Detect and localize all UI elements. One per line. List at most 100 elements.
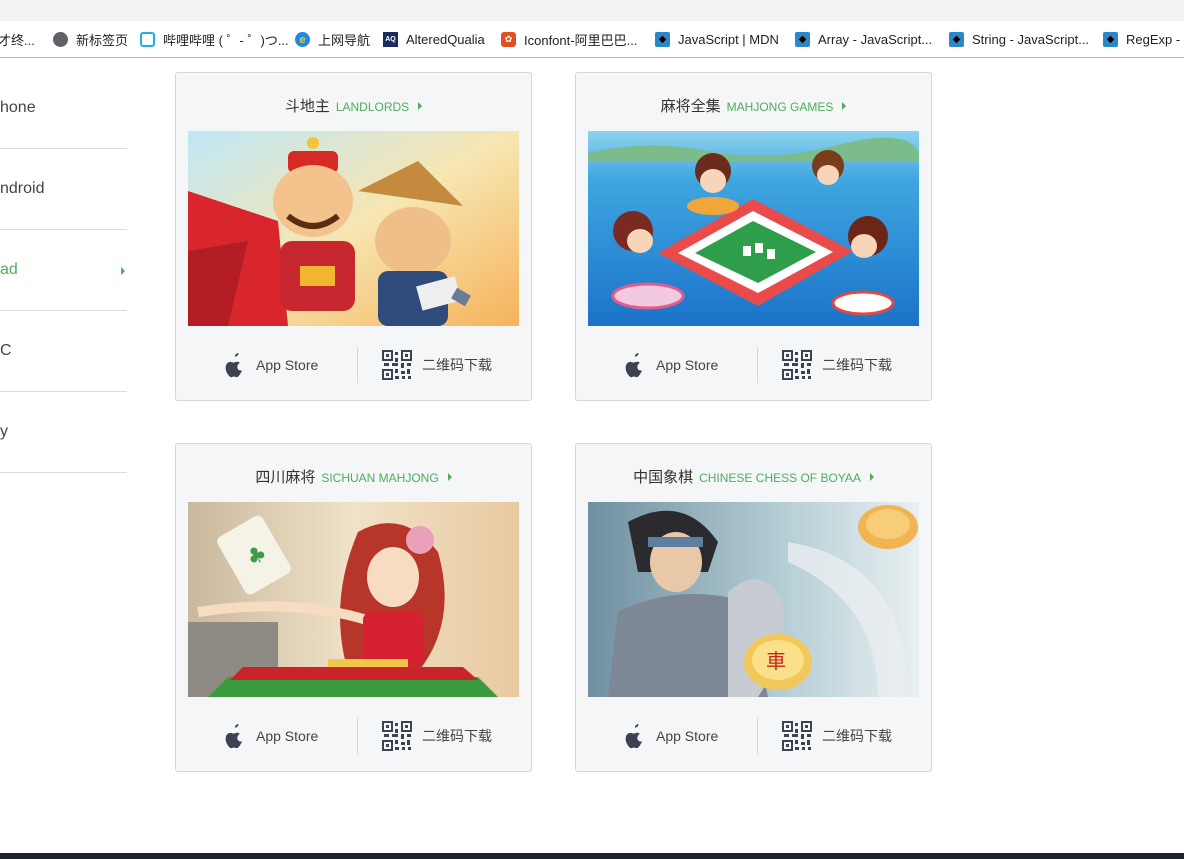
sichuan-mahjong-illustration: ♣ xyxy=(188,502,519,697)
bookmark-item[interactable]: ◆ JavaScript | MDN xyxy=(655,21,779,57)
bookmarks-bar: 才终... 新标签页 哔哩哔哩 ( ゜- ゜)つ... e 上网导航 AQ Al… xyxy=(0,21,1184,58)
qr-download-label: 二维码下载 xyxy=(822,728,892,744)
game-card-chinese-chess: 中国象棋 CHINESE CHESS OF BOYAA 車 App Store … xyxy=(575,443,932,772)
app-store-link[interactable]: App Store xyxy=(622,716,718,756)
mdn-icon: ◆ xyxy=(949,32,964,47)
app-store-link[interactable]: App Store xyxy=(622,345,718,385)
bookmark-item[interactable]: e 上网导航 xyxy=(295,21,371,57)
apple-icon xyxy=(225,352,242,378)
qr-code-icon xyxy=(382,721,412,751)
title-cn: 四川麻将 xyxy=(255,469,316,486)
app-store-link[interactable]: App Store xyxy=(222,716,318,756)
app-store-label: App Store xyxy=(656,357,719,373)
app-store-label: App Store xyxy=(256,728,319,744)
bookmark-label: 哔哩哔哩 ( ゜- ゜)つ... xyxy=(163,33,289,48)
game-banner-sichuan-mahjong[interactable]: ♣ xyxy=(188,502,519,697)
nav-item-pc[interactable]: C xyxy=(0,311,127,392)
caret-right-icon xyxy=(121,267,125,275)
bookmark-label: RegExp - J xyxy=(1126,32,1184,47)
chinese-chess-illustration: 車 xyxy=(588,502,919,697)
caret-right-icon xyxy=(842,102,847,110)
svg-text:車: 車 xyxy=(766,649,786,673)
card-title[interactable]: 中国象棋 CHINESE CHESS OF BOYAA xyxy=(576,466,931,487)
globe-icon xyxy=(53,32,68,47)
nav-item-iphone[interactable]: hone xyxy=(0,68,127,149)
apple-icon xyxy=(225,723,242,749)
download-actions: App Store 二维码下载 xyxy=(176,716,531,756)
bookmark-item[interactable]: ◆ Array - JavaScript... xyxy=(795,21,933,57)
card-title[interactable]: 斗地主 LANDLORDS xyxy=(176,95,531,116)
mdn-icon: ◆ xyxy=(1103,32,1118,47)
apple-icon xyxy=(625,723,642,749)
qr-code-icon xyxy=(782,721,812,751)
aq-icon: AQ xyxy=(383,32,398,47)
divider xyxy=(757,718,758,754)
title-en: CHINESE CHESS OF BOYAA xyxy=(699,471,861,485)
bookmark-label: String - JavaScript... xyxy=(972,32,1090,47)
title-cn: 麻将全集 xyxy=(660,98,721,115)
game-banner-landlords[interactable] xyxy=(188,131,519,326)
footer-bar xyxy=(0,853,1184,859)
nav-item-tv[interactable]: y xyxy=(0,392,127,473)
nav-item-ipad[interactable]: ad xyxy=(0,230,127,311)
title-en: LANDLORDS xyxy=(335,100,410,114)
platform-nav: hone ndroid ad C y xyxy=(0,68,127,473)
qr-download-link[interactable]: 二维码下载 xyxy=(782,716,892,756)
divider xyxy=(757,347,758,383)
nav-item-label: ad xyxy=(0,261,18,278)
bookmark-item[interactable]: AQ AlteredQualia xyxy=(383,21,485,57)
bookmark-label: AlteredQualia xyxy=(406,32,485,47)
card-title[interactable]: 麻将全集 MAHJONG GAMES xyxy=(576,95,931,116)
qr-download-link[interactable]: 二维码下载 xyxy=(782,345,892,385)
game-banner-chinese-chess[interactable]: 車 xyxy=(588,502,919,697)
mahjong-illustration xyxy=(588,131,919,326)
caret-right-icon xyxy=(869,473,874,481)
nav-item-label: C xyxy=(0,342,12,359)
landlords-illustration xyxy=(188,131,519,326)
mdn-icon: ◆ xyxy=(795,32,810,47)
game-card-landlords: 斗地主 LANDLORDS App Store 二维码下载 xyxy=(175,72,532,401)
caret-right-icon xyxy=(447,473,452,481)
bookmark-item[interactable]: 才终... xyxy=(0,21,35,57)
title-cn: 中国象棋 xyxy=(633,469,694,486)
bookmark-label: 才终... xyxy=(0,33,35,48)
download-actions: App Store 二维码下载 xyxy=(576,716,931,756)
divider xyxy=(357,718,358,754)
qr-code-icon xyxy=(382,350,412,380)
app-store-label: App Store xyxy=(656,728,719,744)
apple-icon xyxy=(625,352,642,378)
title-cn: 斗地主 xyxy=(284,98,330,115)
bookmark-label: Iconfont-阿里巴巴... xyxy=(524,33,638,48)
bookmark-label: 上网导航 xyxy=(318,33,371,48)
browser-top-strip xyxy=(0,0,1184,21)
download-actions: App Store 二维码下载 xyxy=(576,345,931,385)
caret-right-icon xyxy=(418,102,423,110)
bookmark-item[interactable]: ◆ RegExp - J xyxy=(1103,21,1184,57)
nav-item-label: ndroid xyxy=(0,180,45,197)
nav-item-label: y xyxy=(0,423,8,440)
app-store-link[interactable]: App Store xyxy=(222,345,318,385)
qr-download-link[interactable]: 二维码下载 xyxy=(382,345,492,385)
bookmark-item[interactable]: 哔哩哔哩 ( ゜- ゜)つ... xyxy=(140,21,289,57)
title-en: MAHJONG GAMES xyxy=(726,100,834,114)
bookmark-item[interactable]: ◆ String - JavaScript... xyxy=(949,21,1090,57)
iconfont-icon: ✿ xyxy=(501,32,516,47)
bookmark-label: 新标签页 xyxy=(76,33,129,48)
bookmark-item[interactable]: 新标签页 xyxy=(53,21,129,57)
qr-code-icon xyxy=(782,350,812,380)
qr-download-link[interactable]: 二维码下载 xyxy=(382,716,492,756)
bookmark-item[interactable]: ✿ Iconfont-阿里巴巴... xyxy=(501,21,638,57)
download-actions: App Store 二维码下载 xyxy=(176,345,531,385)
qr-download-label: 二维码下载 xyxy=(422,357,492,373)
nav-item-label: hone xyxy=(0,99,36,116)
card-title[interactable]: 四川麻将 SICHUAN MAHJONG xyxy=(176,466,531,487)
bookmark-label: Array - JavaScript... xyxy=(818,32,933,47)
qr-download-label: 二维码下载 xyxy=(822,357,892,373)
game-banner-mahjong[interactable] xyxy=(588,131,919,326)
bilibili-icon xyxy=(140,32,155,47)
nav-item-android[interactable]: ndroid xyxy=(0,149,127,230)
qr-download-label: 二维码下载 xyxy=(422,728,492,744)
divider xyxy=(357,347,358,383)
title-en: SICHUAN MAHJONG xyxy=(321,471,439,485)
game-card-sichuan-mahjong: 四川麻将 SICHUAN MAHJONG ♣ App Store 二维码下载 xyxy=(175,443,532,772)
